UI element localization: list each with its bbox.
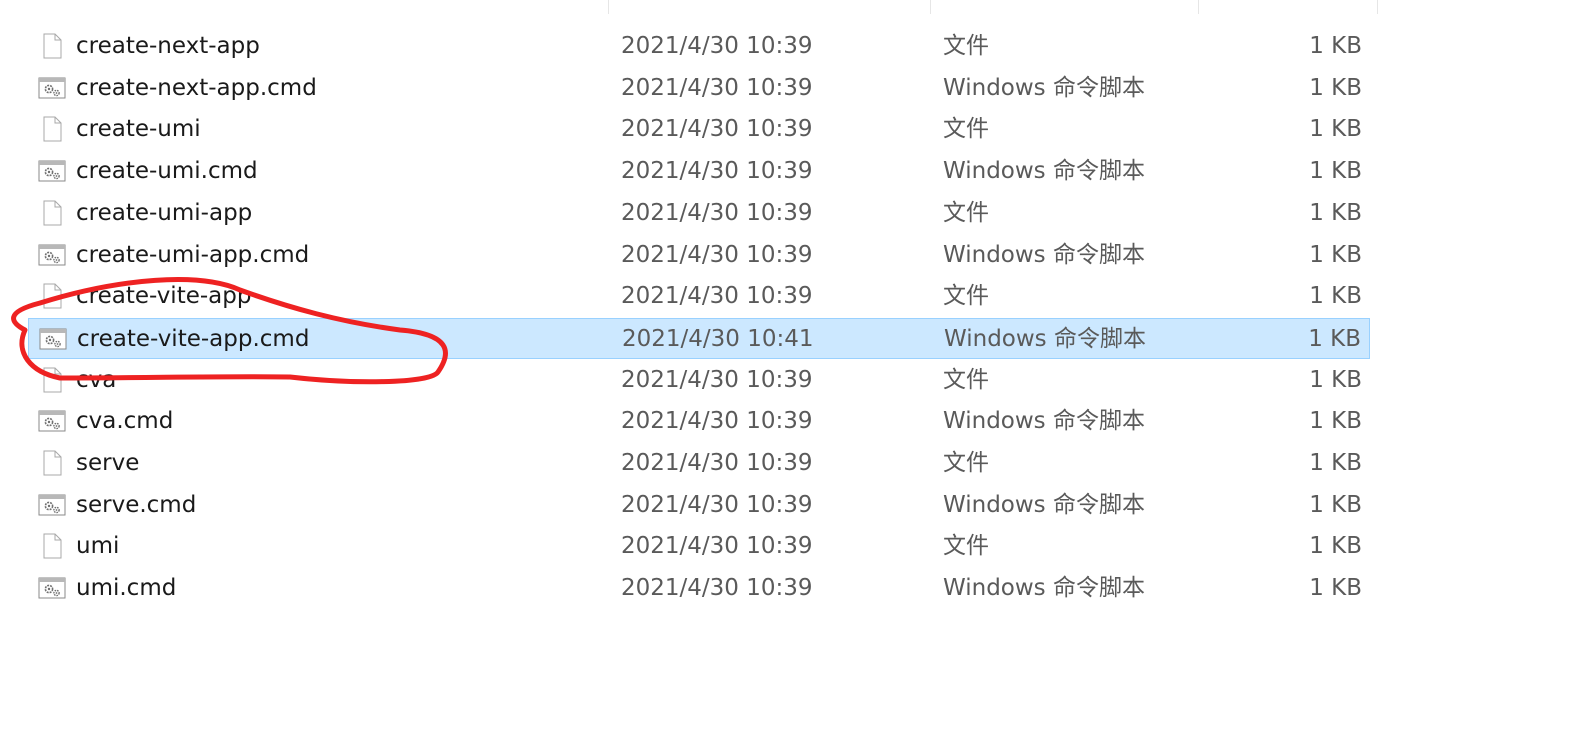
file-row[interactable]: cva 2021/4/30 10:39 文件 1 KB: [28, 360, 1370, 401]
file-row[interactable]: create-umi 2021/4/30 10:39 文件 1 KB: [28, 109, 1370, 150]
file-type: Windows 命令脚本: [943, 575, 1145, 601]
cmd-script-icon: [38, 74, 66, 102]
file-icon: [38, 449, 66, 477]
file-modified-date: 2021/4/30 10:39: [621, 492, 813, 518]
file-name: cva: [76, 367, 117, 393]
file-size: 1 KB: [1309, 367, 1362, 393]
file-icon: [38, 366, 66, 394]
file-type: Windows 命令脚本: [943, 158, 1145, 184]
file-size: 1 KB: [1309, 450, 1362, 476]
file-modified-date: 2021/4/30 10:39: [621, 242, 813, 268]
file-modified-date: 2021/4/30 10:39: [621, 33, 813, 59]
file-name: create-umi.cmd: [76, 158, 258, 184]
file-size: 1 KB: [1309, 492, 1362, 518]
file-row[interactable]: umi.cmd 2021/4/30 10:39 Windows 命令脚本 1 KB: [28, 568, 1370, 609]
file-modified-date: 2021/4/30 10:39: [621, 575, 813, 601]
file-row[interactable]: create-umi-app.cmd 2021/4/30 10:39 Windows…: [28, 235, 1370, 276]
file-type: 文件: [943, 200, 989, 226]
file-row[interactable]: create-umi.cmd 2021/4/30 10:39 Windows 命令脚…: [28, 151, 1370, 192]
file-row[interactable]: serve 2021/4/30 10:39 文件 1 KB: [28, 443, 1370, 484]
file-size: 1 KB: [1309, 33, 1362, 59]
file-size: 1 KB: [1309, 533, 1362, 559]
file-type: Windows 命令脚本: [943, 242, 1145, 268]
file-name: create-next-app.cmd: [76, 75, 317, 101]
file-type: Windows 命令脚本: [944, 326, 1146, 352]
file-icon: [38, 199, 66, 227]
file-modified-date: 2021/4/30 10:39: [621, 283, 813, 309]
file-modified-date: 2021/4/30 10:39: [621, 200, 813, 226]
file-row[interactable]: serve.cmd 2021/4/30 10:39 Windows 命令脚本 1 KB: [28, 485, 1370, 526]
file-modified-date: 2021/4/30 10:39: [621, 116, 813, 142]
file-type: 文件: [943, 450, 989, 476]
column-divider-size[interactable]: [1198, 0, 1199, 14]
file-row[interactable]: cva.cmd 2021/4/30 10:39 Windows 命令脚本 1 KB: [28, 401, 1370, 442]
file-type: Windows 命令脚本: [943, 408, 1145, 434]
file-size: 1 KB: [1309, 575, 1362, 601]
file-name: create-umi-app: [76, 200, 253, 226]
file-icon: [38, 282, 66, 310]
file-modified-date: 2021/4/30 10:41: [622, 326, 814, 352]
file-name: cva.cmd: [76, 408, 174, 434]
file-size: 1 KB: [1308, 326, 1361, 352]
file-size: 1 KB: [1309, 408, 1362, 434]
file-size: 1 KB: [1309, 283, 1362, 309]
file-modified-date: 2021/4/30 10:39: [621, 75, 813, 101]
file-modified-date: 2021/4/30 10:39: [621, 533, 813, 559]
file-size: 1 KB: [1309, 75, 1362, 101]
column-divider-type[interactable]: [930, 0, 931, 14]
file-type: 文件: [943, 116, 989, 142]
file-icon: [38, 115, 66, 143]
file-type: 文件: [943, 283, 989, 309]
file-name: umi.cmd: [76, 575, 177, 601]
file-name: create-umi-app.cmd: [76, 242, 310, 268]
file-name: serve.cmd: [76, 492, 197, 518]
file-name: serve: [76, 450, 140, 476]
file-row[interactable]: umi 2021/4/30 10:39 文件 1 KB: [28, 526, 1370, 567]
file-icon: [38, 532, 66, 560]
file-name: umi: [76, 533, 120, 559]
file-name: create-vite-app: [76, 283, 252, 309]
file-size: 1 KB: [1309, 242, 1362, 268]
column-divider-end[interactable]: [1377, 0, 1378, 14]
cmd-script-icon: [38, 241, 66, 269]
file-type: 文件: [943, 33, 989, 59]
file-modified-date: 2021/4/30 10:39: [621, 450, 813, 476]
cmd-script-icon: [38, 407, 66, 435]
file-name: create-umi: [76, 116, 201, 142]
file-type: 文件: [943, 533, 989, 559]
file-size: 1 KB: [1309, 200, 1362, 226]
file-type: Windows 命令脚本: [943, 492, 1145, 518]
file-row[interactable]: create-umi-app 2021/4/30 10:39 文件 1 KB: [28, 193, 1370, 234]
cmd-script-icon: [38, 574, 66, 602]
file-size: 1 KB: [1309, 158, 1362, 184]
file-size: 1 KB: [1309, 116, 1362, 142]
file-name: create-next-app: [76, 33, 260, 59]
file-name: create-vite-app.cmd: [77, 326, 310, 352]
cmd-script-icon: [39, 325, 67, 353]
file-type: 文件: [943, 367, 989, 393]
file-type: Windows 命令脚本: [943, 75, 1145, 101]
cmd-script-icon: [38, 157, 66, 185]
file-row[interactable]: create-next-app.cmd 2021/4/30 10:39 Window…: [28, 68, 1370, 109]
file-row[interactable]: create-vite-app.cmd 2021/4/30 10:41 Window…: [28, 318, 1370, 359]
file-icon: [38, 32, 66, 60]
file-modified-date: 2021/4/30 10:39: [621, 158, 813, 184]
cmd-script-icon: [38, 491, 66, 519]
file-modified-date: 2021/4/30 10:39: [621, 408, 813, 434]
column-divider-date[interactable]: [608, 0, 609, 14]
file-row[interactable]: create-next-app 2021/4/30 10:39 文件 1 KB: [28, 26, 1370, 67]
file-modified-date: 2021/4/30 10:39: [621, 367, 813, 393]
file-row[interactable]: create-vite-app 2021/4/30 10:39 文件 1 KB: [28, 276, 1370, 317]
